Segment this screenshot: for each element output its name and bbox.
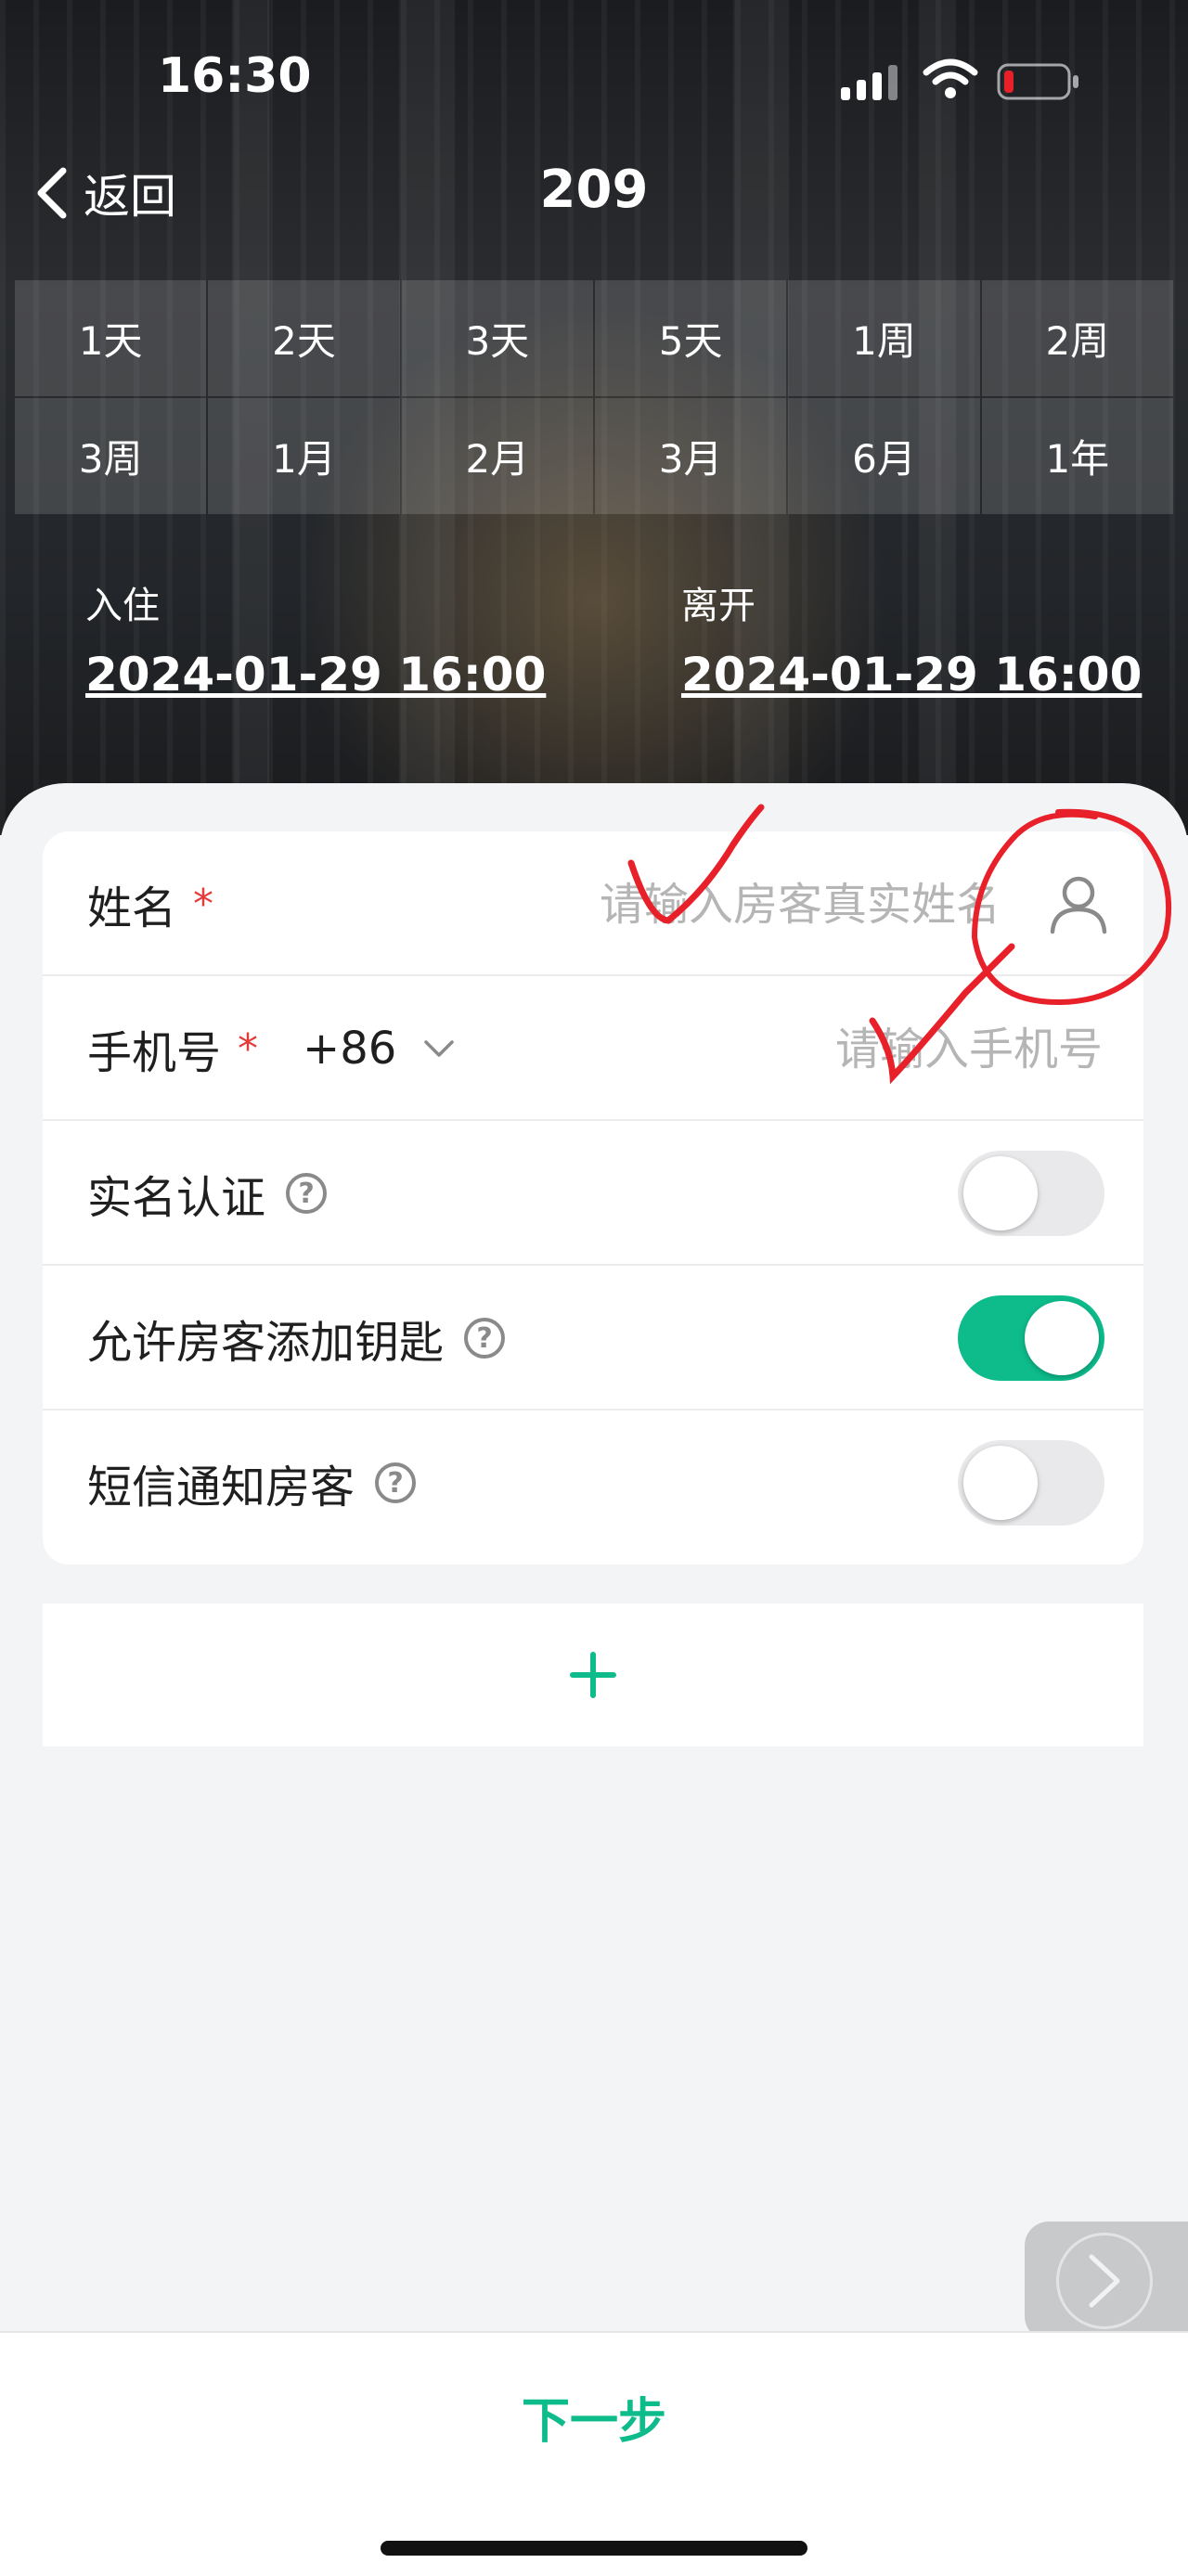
checkin-datetime[interactable]: 2024-01-29 16:00 bbox=[85, 648, 546, 702]
required-mark: * bbox=[238, 1024, 259, 1073]
realname-toggle[interactable] bbox=[958, 1151, 1104, 1236]
realname-label-group: 实名认证 ? bbox=[87, 1121, 328, 1266]
sms-label-group: 短信通知房客 ? bbox=[87, 1410, 417, 1555]
duration-option[interactable]: 2周 bbox=[981, 280, 1173, 396]
duration-option[interactable]: 3周 bbox=[15, 398, 207, 514]
duration-grid: 1天 2天 3天 5天 1周 2周 3周 1月 2月 3月 6月 1年 bbox=[15, 280, 1173, 514]
duration-option[interactable]: 2月 bbox=[401, 398, 593, 514]
duration-option[interactable]: 5天 bbox=[594, 280, 787, 396]
duration-option[interactable]: 3月 bbox=[594, 398, 787, 514]
help-icon[interactable]: ? bbox=[375, 1462, 417, 1503]
guest-form-sheet: 姓名 * 手机号 * +86 实名认证 bbox=[0, 783, 1188, 2574]
required-mark: * bbox=[193, 880, 214, 928]
next-step-button[interactable]: 下一步 bbox=[0, 2370, 1188, 2463]
realname-row: 实名认证 ? bbox=[43, 1121, 1143, 1266]
plus-icon bbox=[570, 1652, 616, 1698]
duration-option[interactable]: 1天 bbox=[15, 280, 207, 396]
phone-label-group: 手机号 * bbox=[87, 976, 258, 1121]
date-range: 入住 2024-01-29 16:00 离开 2024-01-29 16:00 bbox=[0, 575, 1188, 715]
checkout-block: 离开 2024-01-29 16:00 bbox=[681, 575, 1142, 702]
floating-next-button[interactable] bbox=[1025, 2222, 1188, 2340]
guest-name-input[interactable] bbox=[433, 869, 1002, 941]
duration-option[interactable]: 1年 bbox=[981, 398, 1173, 514]
page-title: 209 bbox=[539, 160, 649, 220]
checkout-datetime[interactable]: 2024-01-29 16:00 bbox=[681, 648, 1142, 702]
contact-picker-icon[interactable] bbox=[1043, 869, 1114, 939]
country-code-value: +86 bbox=[303, 1023, 397, 1075]
allow-keys-label-group: 允许房客添加钥匙 ? bbox=[87, 1266, 506, 1410]
home-indicator bbox=[381, 2541, 807, 2556]
checkout-label: 离开 bbox=[681, 585, 755, 627]
chevron-right-icon bbox=[1089, 2254, 1120, 2308]
toggle-knob bbox=[963, 1156, 1038, 1230]
status-bar: 16:30 bbox=[0, 0, 1188, 158]
sms-row: 短信通知房客 ? bbox=[43, 1410, 1143, 1555]
sms-label: 短信通知房客 bbox=[87, 1462, 355, 1513]
name-label: 姓名 bbox=[87, 882, 177, 934]
toggle-knob bbox=[1025, 1301, 1099, 1375]
checkin-block: 入住 2024-01-29 16:00 bbox=[85, 575, 546, 702]
phone-label: 手机号 bbox=[87, 1027, 222, 1079]
guest-form-card: 姓名 * 手机号 * +86 实名认证 bbox=[43, 831, 1143, 1565]
signal-icon bbox=[841, 63, 900, 100]
toggle-knob bbox=[963, 1446, 1038, 1520]
footer-bar: 下一步 bbox=[0, 2331, 1188, 2576]
name-row: 姓名 * bbox=[43, 831, 1143, 976]
allow-keys-toggle[interactable] bbox=[958, 1295, 1104, 1381]
chevron-down-icon bbox=[424, 1040, 455, 1057]
duration-option[interactable]: 1月 bbox=[208, 398, 400, 514]
phone-row: 手机号 * +86 bbox=[43, 976, 1143, 1121]
allow-keys-row: 允许房客添加钥匙 ? bbox=[43, 1266, 1143, 1410]
duration-option[interactable]: 1周 bbox=[788, 280, 980, 396]
name-label-group: 姓名 * bbox=[87, 831, 213, 976]
help-icon[interactable]: ? bbox=[286, 1173, 328, 1214]
status-time: 16:30 bbox=[158, 48, 312, 104]
allow-keys-label: 允许房客添加钥匙 bbox=[87, 1317, 445, 1369]
realname-label: 实名认证 bbox=[87, 1172, 266, 1224]
help-icon[interactable]: ? bbox=[464, 1318, 506, 1359]
add-guest-button[interactable] bbox=[43, 1604, 1143, 1746]
wifi-icon bbox=[923, 58, 978, 98]
nav-bar: 返回 209 bbox=[0, 148, 1188, 232]
duration-option[interactable]: 6月 bbox=[788, 398, 980, 514]
phone-input[interactable] bbox=[525, 1013, 1104, 1086]
country-code-select[interactable]: +86 bbox=[303, 976, 456, 1121]
duration-option[interactable]: 3天 bbox=[401, 280, 593, 396]
battery-low-icon bbox=[997, 63, 1078, 100]
checkin-label: 入住 bbox=[85, 585, 160, 627]
sms-toggle[interactable] bbox=[958, 1440, 1104, 1526]
duration-option[interactable]: 2天 bbox=[208, 280, 400, 396]
